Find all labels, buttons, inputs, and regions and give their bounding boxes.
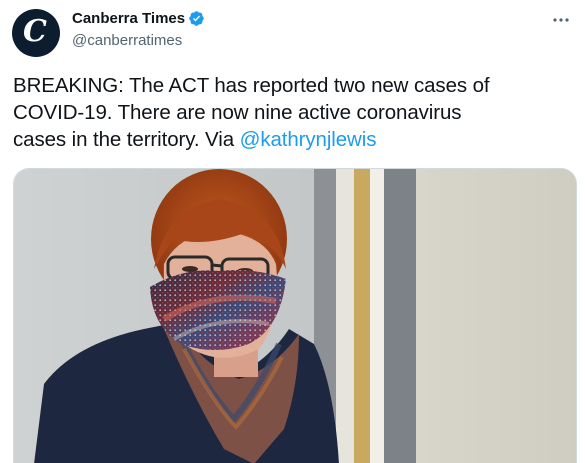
- tweet-text-segment: cases in the territory. Via: [13, 128, 240, 151]
- tweet-text-line: cases in the territory. Via @kathrynjlew…: [13, 126, 573, 153]
- avatar-logo-letter: C: [23, 14, 47, 49]
- tweet-photo[interactable]: [13, 168, 577, 463]
- tweet-text-line: BREAKING: The ACT has reported two new c…: [13, 74, 490, 97]
- account-avatar[interactable]: C: [12, 9, 60, 57]
- display-name[interactable]: Canberra Times: [72, 10, 185, 27]
- tweet-text-line: COVID-19. There are now nine active coro…: [13, 101, 462, 124]
- more-options-button[interactable]: [549, 10, 573, 30]
- masked-woman-photo: [14, 169, 576, 463]
- tweet-text: BREAKING: The ACT has reported two new c…: [13, 72, 573, 153]
- more-horizontal-icon: [553, 18, 569, 22]
- name-row: Canberra Times: [72, 10, 205, 27]
- account-handle[interactable]: @canberratimes: [72, 32, 182, 49]
- verified-badge-icon: [189, 11, 204, 26]
- mention-link[interactable]: @kathrynjlewis: [240, 128, 377, 151]
